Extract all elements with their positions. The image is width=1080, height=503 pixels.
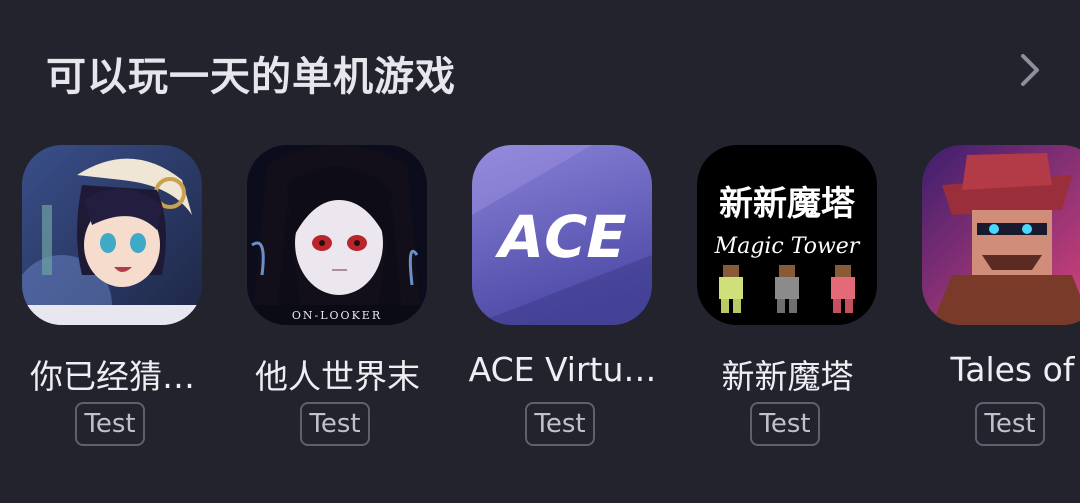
app-card[interactable]: ON-LOOKER 他人世界末 Test [225,145,450,475]
icon-label-onlooker: ON-LOOKER [292,309,382,322]
app-name: 新新魔塔 [721,357,854,396]
icon-sublabel-magic-tower: Magic Tower [714,234,861,259]
chevron-right-icon[interactable] [1010,50,1050,90]
app-card[interactable]: ACE ACE Virtu… Test [450,145,675,475]
app-name: ACE Virtu… [468,350,657,389]
app-icon-magic-tower[interactable]: 新新魔塔 Magic Tower [697,145,877,325]
app-tag: Test [525,402,595,446]
app-name: 你已经猜… [30,357,195,396]
app-icon-ace[interactable]: ACE [472,145,652,325]
section-title: 可以玩一天的单机游戏 [46,54,456,100]
icon-label-ace: ACE [492,204,633,271]
app-icon-tales-detective[interactable] [922,145,1080,325]
app-tag: Test [750,402,820,446]
app-tag: Test [75,402,145,446]
app-card[interactable]: 新新魔塔 Magic Tower 新新魔塔 Test [675,145,900,475]
icon-label-magic-tower: 新新魔塔 [719,184,856,224]
app-list: 你已经猜… Test ON-LOOKER 他人世界末 Test ACE ACE … [0,145,1080,475]
app-card[interactable]: 你已经猜… Test [0,145,225,475]
app-tag: Test [300,402,370,446]
app-name: Tales of [950,350,1075,389]
section-header: 可以玩一天的单机游戏 [46,44,1080,100]
app-icon-onlooker[interactable]: ON-LOOKER [247,145,427,325]
app-tag: Test [975,402,1045,446]
app-icon-anime-girl[interactable] [22,145,202,325]
app-name: 他人世界末 [255,357,420,396]
app-card[interactable]: Tales of Test [900,145,1080,475]
